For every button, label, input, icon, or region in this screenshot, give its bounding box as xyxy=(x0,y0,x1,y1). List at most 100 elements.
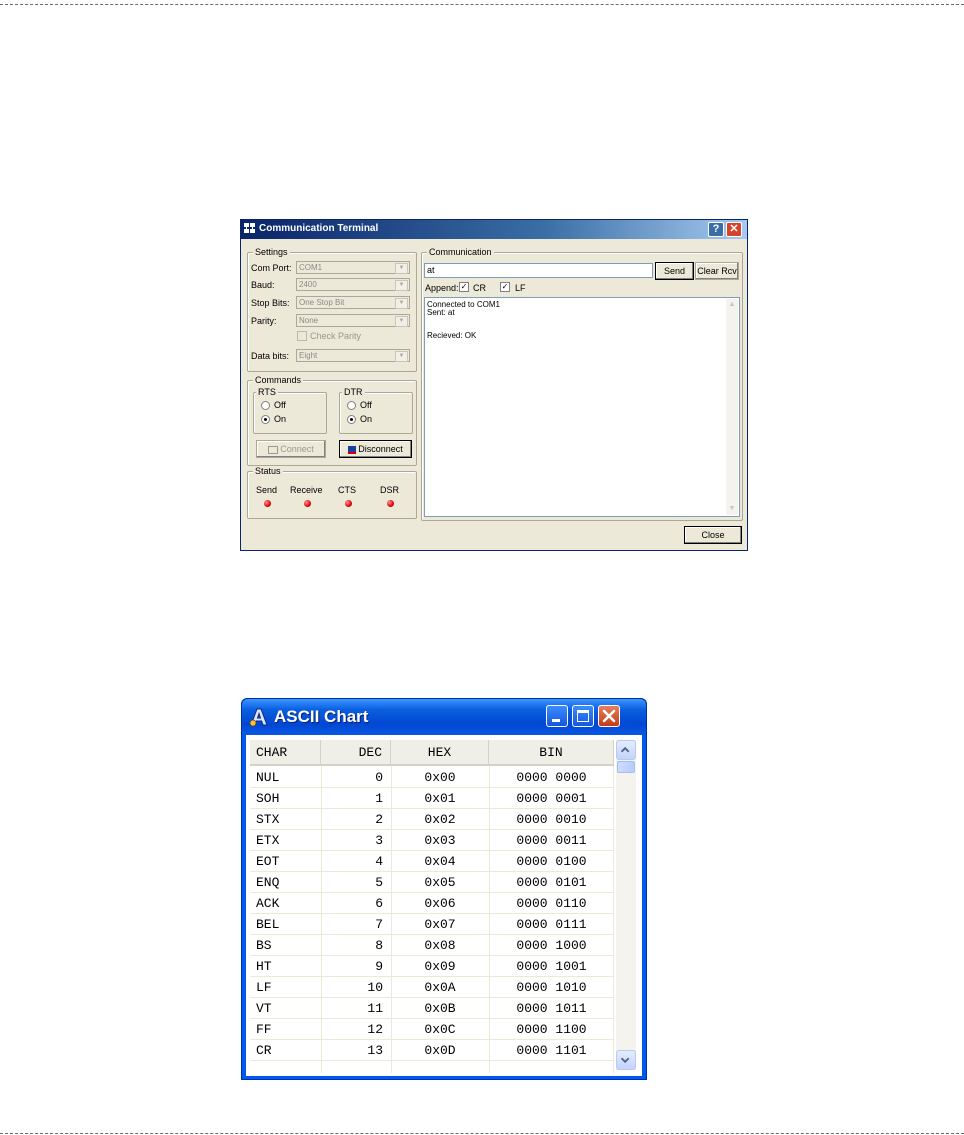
communication-terminal-window: Communication Terminal ? ✕ Settings Com … xyxy=(240,219,748,551)
ascii-close-button[interactable] xyxy=(598,705,620,727)
ascii-title-bar[interactable]: ASCII Chart xyxy=(242,699,646,735)
chevron-down-icon: ▼ xyxy=(395,316,408,327)
cr-label: CR xyxy=(473,283,486,293)
table-cell-bin: 0000 0000 xyxy=(516,770,587,785)
ascii-table-area: CHAR DEC HEX BIN NUL 0 0x00 0000 0000 SOH 1 0x… xyxy=(246,735,642,1076)
cr-checkbox[interactable]: ✓ xyxy=(459,282,469,292)
receive-led-icon xyxy=(304,500,311,507)
stop-bits-select[interactable]: One Stop Bit ▼ xyxy=(296,296,410,309)
column-header-bin[interactable]: BIN xyxy=(489,740,614,766)
data-bits-label: Data bits: xyxy=(251,351,290,361)
table-cell-hex: 0x06 xyxy=(424,896,456,911)
scroll-thumb[interactable] xyxy=(617,761,635,773)
ascii-vertical-scrollbar[interactable] xyxy=(616,740,636,1070)
log-scrollbar[interactable]: ▲ ▼ xyxy=(726,299,738,515)
terminal-title-bar[interactable]: Communication Terminal ? ✕ xyxy=(241,220,747,239)
table-cell-char: EOT xyxy=(256,854,280,869)
scroll-up-button[interactable] xyxy=(616,740,636,760)
ascii-table: CHAR DEC HEX BIN NUL 0 0x00 0000 0000 SOH 1 0x… xyxy=(250,740,614,1073)
table-cell-hex: 0x0B xyxy=(424,1001,456,1016)
table-cell-bin: 0000 0010 xyxy=(516,812,587,827)
lf-checkbox[interactable]: ✓ xyxy=(500,282,510,292)
table-cell-hex: 0x0A xyxy=(424,980,456,995)
dtr-off-radio[interactable] xyxy=(347,401,356,410)
table-cell-bin: 0000 1101 xyxy=(516,1043,587,1058)
table-cell-dec: 12 xyxy=(367,1022,383,1037)
parity-value: None xyxy=(299,316,319,325)
table-cell-hex: 0x05 xyxy=(424,875,456,890)
table-cell-char: ENQ xyxy=(256,875,280,890)
rts-off-radio[interactable] xyxy=(261,401,270,410)
baud-select[interactable]: 2400 ▼ xyxy=(296,278,410,291)
table-cell-bin: 0000 0001 xyxy=(516,791,587,806)
table-cell-dec: 9 xyxy=(375,959,383,974)
chevron-down-icon xyxy=(620,1057,630,1064)
column-header-dec[interactable]: DEC xyxy=(321,740,391,766)
receive-log[interactable]: Connected to COM1 Sent: at Recieved: OK … xyxy=(424,297,740,517)
clear-rcv-button[interactable]: Clear Rcv xyxy=(695,262,739,280)
dsr-led-icon xyxy=(387,500,394,507)
close-button[interactable]: Close xyxy=(684,526,742,544)
table-cell-dec: 11 xyxy=(367,1001,383,1016)
parity-label: Parity: xyxy=(251,316,277,326)
com-port-label: Com Port: xyxy=(251,263,292,273)
baud-label: Baud: xyxy=(251,280,275,290)
status-cts-label: CTS xyxy=(338,485,356,495)
table-cell-dec: 6 xyxy=(375,896,383,911)
command-input-value: at xyxy=(427,265,435,275)
table-cell-bin: 0000 1010 xyxy=(516,980,587,995)
table-cell-char: CR xyxy=(256,1043,272,1058)
commands-legend: Commands xyxy=(253,375,304,385)
stop-bits-value: One Stop Bit xyxy=(299,298,345,307)
table-cell-char: BS xyxy=(256,938,272,953)
terminal-close-button[interactable]: ✕ xyxy=(726,222,742,237)
maximize-button[interactable] xyxy=(572,705,594,727)
column-header-char[interactable]: CHAR xyxy=(250,740,321,766)
table-cell-hex: 0x0D xyxy=(424,1043,456,1058)
command-input[interactable]: at xyxy=(424,263,653,278)
commands-group: Commands RTS Off On DTR Off On Connect D… xyxy=(247,375,417,466)
table-cell-hex: 0x01 xyxy=(424,791,456,806)
parity-select[interactable]: None ▼ xyxy=(296,314,410,327)
dtr-on-radio[interactable] xyxy=(347,415,356,424)
column-header-hex[interactable]: HEX xyxy=(391,740,489,766)
com-port-value: COM1 xyxy=(299,263,323,272)
table-cell-bin: 0000 0100 xyxy=(516,854,587,869)
table-cell-bin: 0000 0111 xyxy=(516,917,587,932)
chevron-down-icon: ▼ xyxy=(395,298,408,309)
table-cell-hex: 0x04 xyxy=(424,854,456,869)
data-bits-select[interactable]: Eight ▼ xyxy=(296,349,410,362)
scroll-down-button[interactable] xyxy=(616,1050,636,1070)
send-button[interactable]: Send xyxy=(655,262,694,280)
minimize-button[interactable] xyxy=(546,705,568,727)
rts-on-radio[interactable] xyxy=(261,415,270,424)
chevron-down-icon: ▼ xyxy=(395,263,408,274)
table-cell-bin: 0000 0011 xyxy=(516,833,587,848)
com-port-select[interactable]: COM1 ▼ xyxy=(296,261,410,274)
rts-off-label: Off xyxy=(274,400,286,410)
check-parity-checkbox[interactable] xyxy=(297,331,307,341)
table-cell-hex: 0x03 xyxy=(424,833,456,848)
terminal-app-icon xyxy=(244,223,255,233)
communication-legend: Communication xyxy=(427,247,494,257)
table-cell-hex: 0x07 xyxy=(424,917,456,932)
dtr-legend: DTR xyxy=(342,387,365,397)
table-cell-char: BEL xyxy=(256,917,280,932)
chevron-down-icon: ▼ xyxy=(395,351,408,362)
disconnect-button[interactable]: Disconnect xyxy=(339,440,412,458)
status-dsr-label: DSR xyxy=(380,485,400,495)
scroll-up-icon[interactable]: ▲ xyxy=(726,299,738,311)
table-cell-dec: 13 xyxy=(367,1043,383,1058)
maximize-icon xyxy=(577,710,589,722)
scroll-down-icon[interactable]: ▼ xyxy=(726,503,738,515)
connect-button[interactable]: Connect xyxy=(256,440,326,458)
table-cell-char: LF xyxy=(256,980,272,995)
table-cell-char: VT xyxy=(256,1001,272,1016)
table-cell-bin: 0000 1000 xyxy=(516,938,587,953)
help-button[interactable]: ? xyxy=(708,222,724,237)
settings-legend: Settings xyxy=(253,247,290,257)
ascii-title: ASCII Chart xyxy=(274,707,369,726)
table-cell-char: HT xyxy=(256,959,272,974)
dtr-group: DTR Off On xyxy=(339,387,413,434)
monitor-icon xyxy=(268,445,279,454)
